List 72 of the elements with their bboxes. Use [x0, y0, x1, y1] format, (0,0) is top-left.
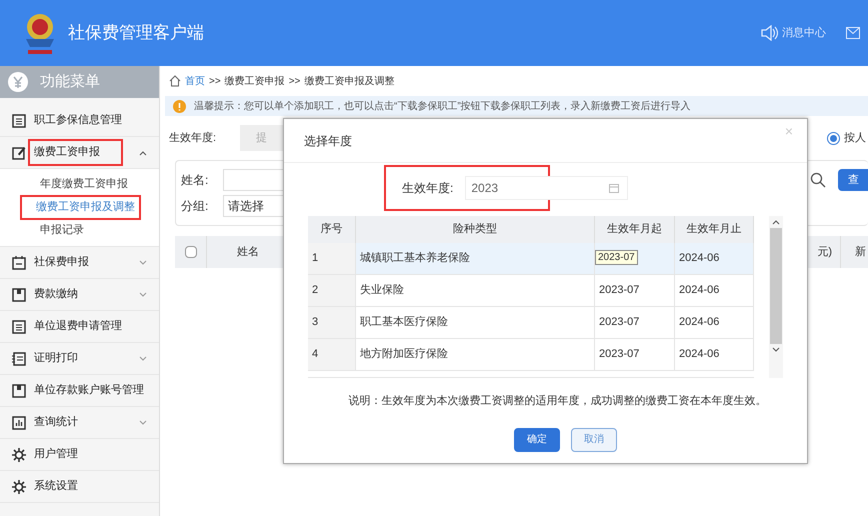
column-header: 元) — [817, 236, 841, 268]
table-cell: 2024-06 — [675, 243, 754, 274]
column-header: 姓名 — [237, 244, 259, 260]
table-row[interactable]: 2 失业保险 2023-07 2024-06 — [308, 275, 754, 308]
table-cell: 职工基本医疗保险 — [356, 307, 595, 338]
name-label: 姓名: — [181, 172, 210, 189]
submenu-item[interactable]: 申报记录 — [36, 220, 88, 241]
app-title: 社保费管理客户端 — [68, 22, 204, 44]
table-cell: 2023-07 — [595, 307, 675, 338]
year-label: 生效年度: — [169, 130, 216, 146]
chart-icon — [12, 416, 26, 430]
table-cell: 失业保险 — [356, 275, 595, 306]
gear-icon — [12, 480, 26, 494]
speaker-icon — [760, 25, 778, 41]
menu-label: 查询统计 — [34, 414, 78, 430]
submenu-item[interactable]: 缴费工资申报及调整 — [20, 195, 141, 220]
table-cell: 2024-06 — [675, 307, 754, 338]
menu-label: 缴费工资申报 — [28, 139, 124, 166]
info-icon — [173, 100, 186, 112]
menu-label: 证明打印 — [34, 351, 78, 366]
menu-label: 单位存款账户账号管理 — [34, 382, 144, 398]
year-value: 2023 — [471, 180, 500, 197]
table-icon — [12, 320, 26, 334]
menu-label: 系统设置 — [34, 478, 78, 494]
calendar-icon — [609, 183, 619, 193]
column-header: 新 — [854, 244, 867, 260]
menu-label: 单位退费申请管理 — [34, 319, 122, 334]
radio-label: 按人 — [844, 130, 866, 146]
calendar-icon — [12, 256, 26, 270]
home-icon — [169, 75, 181, 87]
list-icon — [12, 352, 26, 366]
edit-icon — [12, 146, 26, 160]
breadcrumb-separator: >> — [209, 74, 221, 88]
breadcrumb-link[interactable]: 首页 — [185, 74, 205, 88]
submenu-item[interactable]: 年度缴费工资申报 — [36, 174, 132, 195]
table-cell: 2024-06 — [675, 339, 754, 370]
table-icon — [12, 114, 26, 128]
mail-icon — [846, 27, 860, 39]
radio-button[interactable] — [827, 132, 840, 144]
group-label: 分组: — [181, 198, 210, 215]
query-button[interactable]: 查 — [838, 169, 868, 191]
gear-icon — [12, 448, 26, 462]
breadcrumb-separator: >> — [288, 74, 300, 88]
table-cell: 1 — [308, 243, 356, 274]
menu-label: 用户管理 — [34, 446, 78, 462]
table-cell: 4 — [308, 339, 356, 370]
book-icon — [12, 384, 26, 398]
menu-title: 功能菜单 — [40, 72, 100, 92]
menu-label: 职工参保信息管理 — [34, 113, 122, 128]
yen-icon — [8, 72, 28, 92]
scrollbar[interactable] — [769, 216, 783, 378]
tip-text: 温馨提示：您可以单个添加职工，也可以点击“下载参保职工”按钮下载参保职工列表，录入新缴费工资后进行导入 — [194, 100, 691, 114]
table-cell: 地方附加医疗保险 — [356, 339, 595, 370]
menu-item[interactable]: 缴费工资申报 — [0, 137, 159, 169]
table-row[interactable]: 4 地方附加医疗保险 2023-07 2024-06 — [308, 339, 754, 372]
table-cell: 2023-07 — [595, 339, 675, 370]
search-icon — [810, 172, 826, 188]
checkbox[interactable] — [184, 246, 196, 258]
note-text: 说明：生效年度为本次缴费工资调整的适用年度，成功调整的缴费工资在本年度生效。 — [348, 394, 768, 409]
book-icon — [12, 288, 26, 302]
table-cell: 3 — [308, 307, 356, 338]
table-cell: 2024-06 — [675, 275, 754, 306]
year-field[interactable]: 2023 — [465, 176, 628, 200]
tooltip: 2023-07 — [595, 250, 638, 265]
dialog-title: 选择年度 — [304, 132, 352, 150]
confirm-button[interactable]: 确定 — [514, 428, 560, 452]
menu-label: 费款缴纳 — [34, 287, 78, 302]
table-row[interactable]: 3 职工基本医疗保险 2023-07 2024-06 — [308, 307, 754, 340]
year-label: 生效年度: — [402, 180, 454, 197]
table-cell: 2023-07 — [595, 275, 675, 306]
menu-label: 社保费申报 — [34, 255, 89, 270]
table-cell: 2 — [308, 275, 356, 306]
